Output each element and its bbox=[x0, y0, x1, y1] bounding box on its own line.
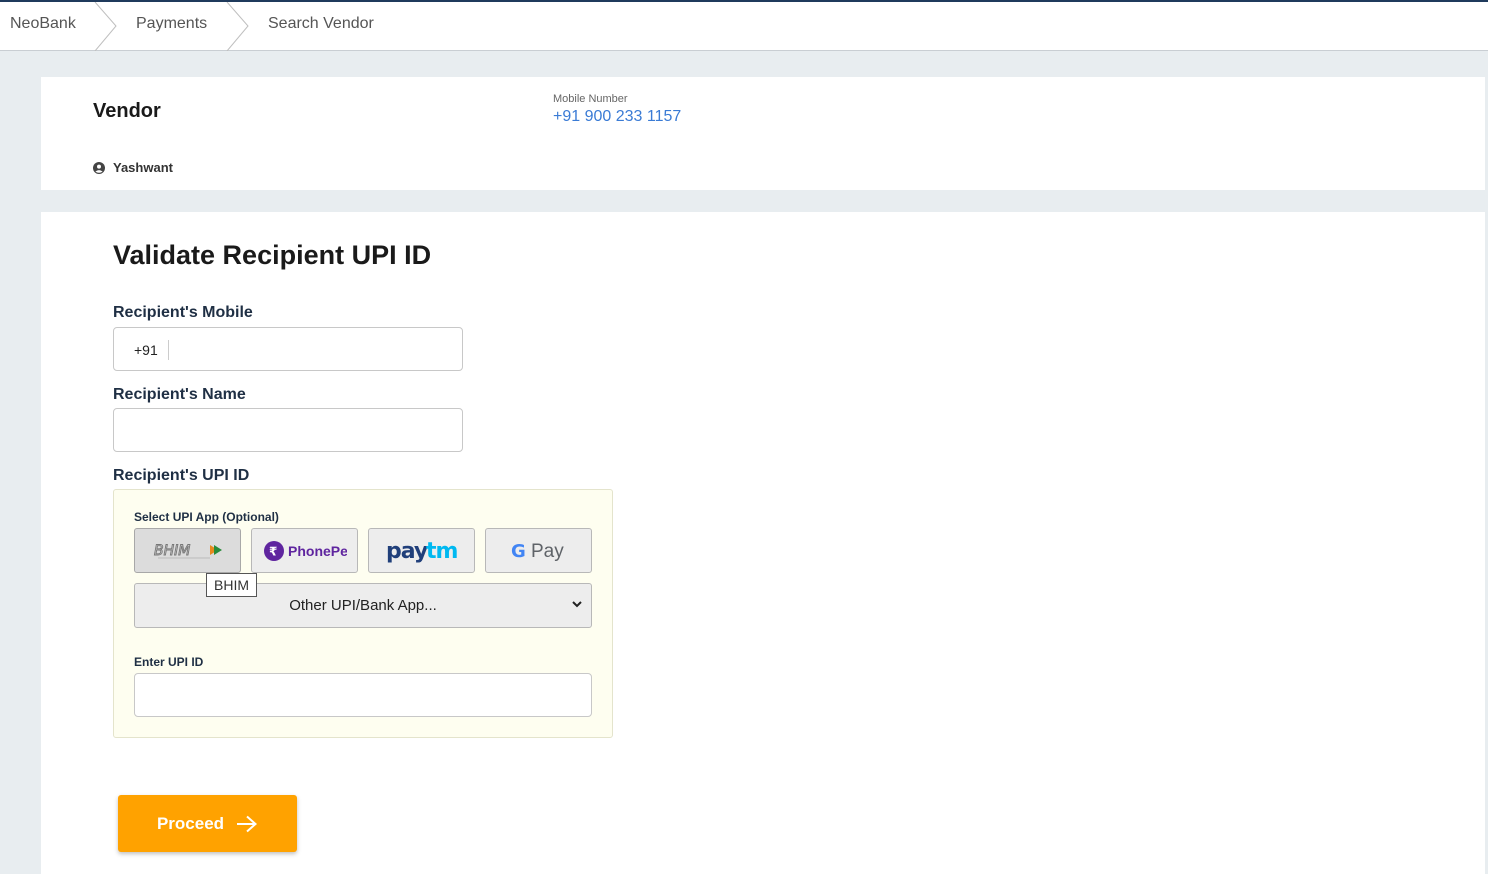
recipient-mobile-field[interactable]: +91 bbox=[113, 327, 463, 371]
svg-text:₹: ₹ bbox=[269, 544, 277, 558]
other-upi-app-select[interactable]: Other UPI/Bank App... bbox=[134, 583, 592, 628]
page-title: Validate Recipient UPI ID bbox=[113, 240, 432, 270]
google-pay-logo-icon: G Pay bbox=[511, 541, 564, 562]
chevron-down-icon bbox=[572, 601, 582, 608]
svg-text:PhonePe: PhonePe bbox=[288, 543, 347, 559]
recipient-name-label: Recipient's Name bbox=[113, 386, 246, 403]
vendor-user: Yashwant bbox=[93, 160, 173, 175]
breadcrumb: NeoBank Payments Search Vendor bbox=[0, 0, 1488, 51]
recipient-mobile-label: Recipient's Mobile bbox=[113, 304, 253, 321]
country-code-prefix: +91 bbox=[134, 340, 169, 360]
svg-text:tm: tm bbox=[426, 539, 458, 564]
vendor-card: Vendor Yashwant Mobile Number +91 900 23… bbox=[41, 77, 1485, 190]
vendor-title: Vendor bbox=[93, 100, 161, 122]
mobile-number-value[interactable]: +91 900 233 1157 bbox=[553, 108, 681, 126]
phonepe-logo-icon: ₹ PhonePe bbox=[263, 540, 347, 561]
svg-text:BHIM: BHIM bbox=[154, 543, 190, 559]
upi-app-paytm-button[interactable]: pay tm bbox=[368, 528, 475, 573]
upi-app-phonepe-button[interactable]: ₹ PhonePe bbox=[251, 528, 358, 573]
breadcrumb-separator-icon bbox=[226, 2, 249, 51]
upi-id-field[interactable] bbox=[134, 673, 592, 717]
bhim-logo-icon: BHIM bbox=[153, 542, 222, 559]
mobile-number-label: Mobile Number bbox=[553, 93, 628, 105]
breadcrumb-item-neobank[interactable]: NeoBank bbox=[10, 2, 76, 50]
svg-text:G: G bbox=[511, 541, 526, 562]
breadcrumb-item-search-vendor[interactable]: Search Vendor bbox=[268, 2, 374, 50]
svg-text:pay: pay bbox=[386, 539, 428, 564]
select-upi-app-label: Select UPI App (Optional) bbox=[134, 510, 279, 524]
vendor-mobile: Mobile Number +91 900 233 1157 bbox=[553, 93, 681, 126]
proceed-label: Proceed bbox=[156, 813, 225, 833]
recipient-name-field[interactable] bbox=[113, 408, 463, 452]
upi-app-gpay-button[interactable]: G Pay bbox=[485, 528, 592, 573]
breadcrumb-separator-icon bbox=[94, 2, 117, 51]
vendor-user-name: Yashwant bbox=[113, 160, 173, 175]
validate-upi-form: Validate Recipient UPI ID Recipient's Mo… bbox=[41, 212, 1485, 874]
upi-selection-panel: Select UPI App (Optional) BHIM ₹ PhonePe… bbox=[113, 489, 613, 738]
proceed-button[interactable]: Proceed bbox=[118, 795, 297, 852]
paytm-logo-icon: pay tm bbox=[386, 539, 459, 564]
user-circle-icon bbox=[93, 161, 105, 174]
recipient-upi-label: Recipient's UPI ID bbox=[113, 467, 250, 484]
enter-upi-id-label: Enter UPI ID bbox=[134, 655, 204, 669]
upi-app-bhim-button[interactable]: BHIM bbox=[134, 528, 241, 573]
tooltip: BHIM bbox=[206, 573, 257, 597]
arrow-right-icon bbox=[237, 815, 258, 832]
breadcrumb-item-payments[interactable]: Payments bbox=[136, 2, 207, 50]
other-upi-app-select-value: Other UPI/Bank App... bbox=[289, 597, 437, 614]
svg-text:Pay: Pay bbox=[531, 541, 564, 562]
